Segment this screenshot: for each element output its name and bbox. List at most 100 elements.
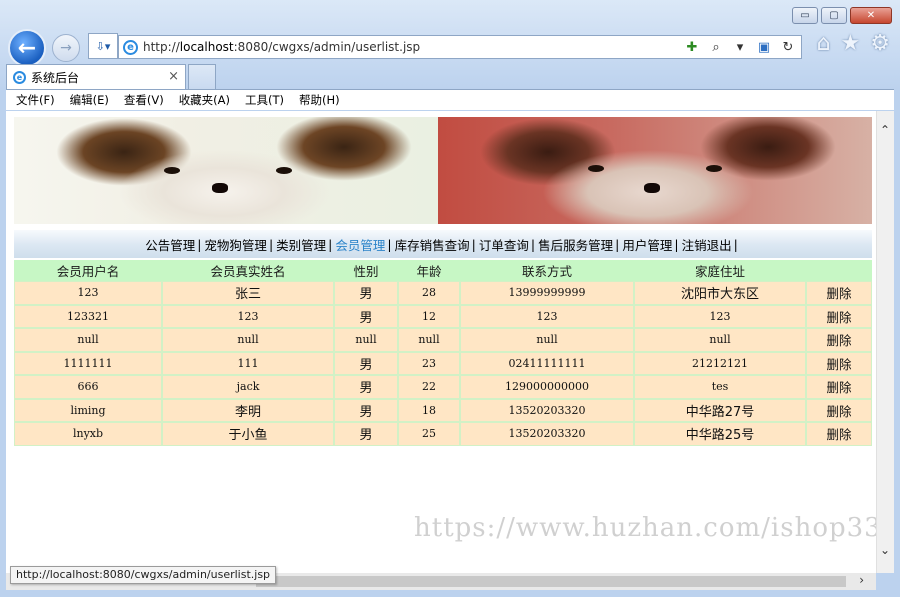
refresh-icon[interactable]: ↻	[779, 38, 797, 56]
menu-file[interactable]: 文件(F)	[16, 92, 55, 108]
menu-help[interactable]: 帮助(H)	[299, 92, 340, 108]
search-icon[interactable]: ⌕	[707, 38, 725, 56]
table-cell: 111	[162, 351, 334, 375]
table-cell: 13520203320	[460, 398, 634, 422]
table-cell: 666	[14, 375, 162, 399]
nav-link-0[interactable]: 公告管理	[145, 235, 195, 254]
new-tab-button[interactable]	[188, 64, 216, 90]
compat-view-icon[interactable]: ✚	[683, 38, 701, 56]
ie-page-icon: e	[123, 39, 138, 55]
scroll-up-icon[interactable]: ⌃	[880, 123, 890, 137]
table-row: 666 jack 男 22 129000000000 tes 删除	[14, 375, 872, 399]
nav-separator: |	[615, 236, 620, 252]
table-cell: 18	[398, 398, 460, 422]
table-cell: null	[334, 328, 398, 352]
scroll-right-icon[interactable]: ›	[859, 573, 864, 587]
table-cell: 男	[334, 422, 398, 446]
delete-link[interactable]: 删除	[806, 281, 872, 305]
horizontal-scroll-thumb[interactable]	[256, 576, 846, 587]
table-cell: jack	[162, 375, 334, 399]
table-cell: 男	[334, 304, 398, 328]
banner-dog-photo-left	[14, 117, 438, 224]
table-row: 1111111 111 男 23 02411111111 21212121 删除	[14, 351, 872, 375]
maximize-button[interactable]: ▢	[821, 7, 847, 24]
delete-link[interactable]: 删除	[806, 328, 872, 352]
delete-link[interactable]: 删除	[806, 398, 872, 422]
nav-link-3[interactable]: 会员管理	[335, 235, 385, 254]
table-row: liming 李明男 18 13520203320 中华路27号 删除	[14, 398, 872, 422]
table-cell: 中华路25号	[634, 422, 806, 446]
table-cell: 129000000000	[460, 375, 634, 399]
table-cell: 13999999999	[460, 281, 634, 305]
nav-separator: |	[471, 236, 476, 252]
nav-link-5[interactable]: 订单查询	[479, 235, 529, 254]
table-cell: 22	[398, 375, 460, 399]
table-row: 123321 123 男 12 123 123 删除	[14, 304, 872, 328]
table-cell: null	[162, 328, 334, 352]
nav-link-7[interactable]: 用户管理	[622, 235, 672, 254]
table-cell: 123	[162, 304, 334, 328]
forward-arrow-icon: →	[60, 40, 72, 56]
delete-link[interactable]: 删除	[806, 351, 872, 375]
nav-link-2[interactable]: 类别管理	[276, 235, 326, 254]
col-username: 会员用户名	[14, 260, 162, 281]
table-cell: 男	[334, 351, 398, 375]
address-bar[interactable]: e http://localhost:8080/cwgxs/admin/user…	[118, 35, 802, 59]
nav-separator: |	[674, 236, 679, 252]
favorites-icon[interactable]: ★	[841, 31, 861, 56]
tab-ie-icon: e	[13, 71, 26, 84]
col-action	[806, 260, 872, 281]
menu-view[interactable]: 查看(V)	[124, 92, 164, 108]
back-button[interactable]: ←	[8, 29, 46, 67]
table-cell: null	[14, 328, 162, 352]
table-cell: 男	[334, 398, 398, 422]
watermark: https://www.huzhan.com/ishop33758	[414, 513, 876, 543]
menu-favorites[interactable]: 收藏夹(A)	[179, 92, 230, 108]
col-realname: 会员真实姓名	[162, 260, 334, 281]
table-cell: 21212121	[634, 351, 806, 375]
history-dropdown-button[interactable]: ⇩▾	[88, 33, 118, 59]
window-controls: ▭ ▢ ✕	[792, 7, 892, 24]
home-icon[interactable]: ⌂	[817, 31, 831, 56]
vertical-scrollbar[interactable]: ⌃ ⌄	[876, 111, 894, 573]
table-cell: 02411111111	[460, 351, 634, 375]
delete-link[interactable]: 删除	[806, 375, 872, 399]
address-url[interactable]: http://localhost:8080/cwgxs/admin/userli…	[143, 40, 420, 54]
scroll-down-icon[interactable]: ⌄	[880, 543, 890, 557]
status-url-tooltip: http://localhost:8080/cwgxs/admin/userli…	[10, 566, 277, 584]
nav-link-6[interactable]: 售后服务管理	[538, 235, 613, 254]
nav-link-1[interactable]: 宠物狗管理	[204, 235, 267, 254]
table-cell: null	[460, 328, 634, 352]
table-cell: null	[634, 328, 806, 352]
tab-title: 系统后台	[31, 71, 80, 85]
table-row: lnyxb 于小鱼男 25 13520203320 中华路25号 删除	[14, 422, 872, 446]
nav-separator: |	[268, 236, 274, 252]
settings-icon[interactable]: ⚙	[870, 31, 890, 56]
table-cell: 123	[634, 304, 806, 328]
menu-edit[interactable]: 编辑(E)	[70, 92, 109, 108]
menu-bar: 文件(F) 编辑(E) 查看(V) 收藏夹(A) 工具(T) 帮助(H)	[6, 89, 894, 110]
nav-link-8[interactable]: 注销退出	[682, 235, 732, 254]
forward-button[interactable]: →	[52, 34, 80, 62]
delete-link[interactable]: 删除	[806, 304, 872, 328]
tab-close-icon[interactable]: ×	[168, 69, 179, 84]
close-window-button[interactable]: ✕	[850, 7, 892, 24]
back-arrow-icon: ←	[17, 35, 37, 61]
table-cell: 沈阳市大东区	[634, 281, 806, 305]
banner-dog-photo-right	[438, 117, 872, 224]
nav-link-4[interactable]: 库存销售查询	[395, 235, 470, 254]
delete-link[interactable]: 删除	[806, 422, 872, 446]
tab-system-admin[interactable]: e 系统后台 ×	[6, 64, 186, 90]
page-content: 公告管理 | 宠物狗管理 | 类别管理 | 会员管理 | 库存销售查询 | 订单查询 | 售后服务管理 |…	[6, 111, 876, 573]
minimize-button[interactable]: ▭	[792, 7, 818, 24]
menu-tools[interactable]: 工具(T)	[245, 92, 284, 108]
table-cell: lnyxb	[14, 422, 162, 446]
nav-separator: |	[387, 236, 392, 252]
banner-image	[14, 117, 872, 224]
table-cell: 25	[398, 422, 460, 446]
table-cell: 张三	[162, 281, 334, 305]
nav-separator: |	[197, 236, 202, 252]
dropdown-icon[interactable]: ▾	[731, 38, 749, 56]
navigation-bar: ← → ⇩▾ e http://localhost:8080/cwgxs/adm…	[8, 29, 892, 67]
rss-icon[interactable]: ▣	[755, 38, 773, 56]
